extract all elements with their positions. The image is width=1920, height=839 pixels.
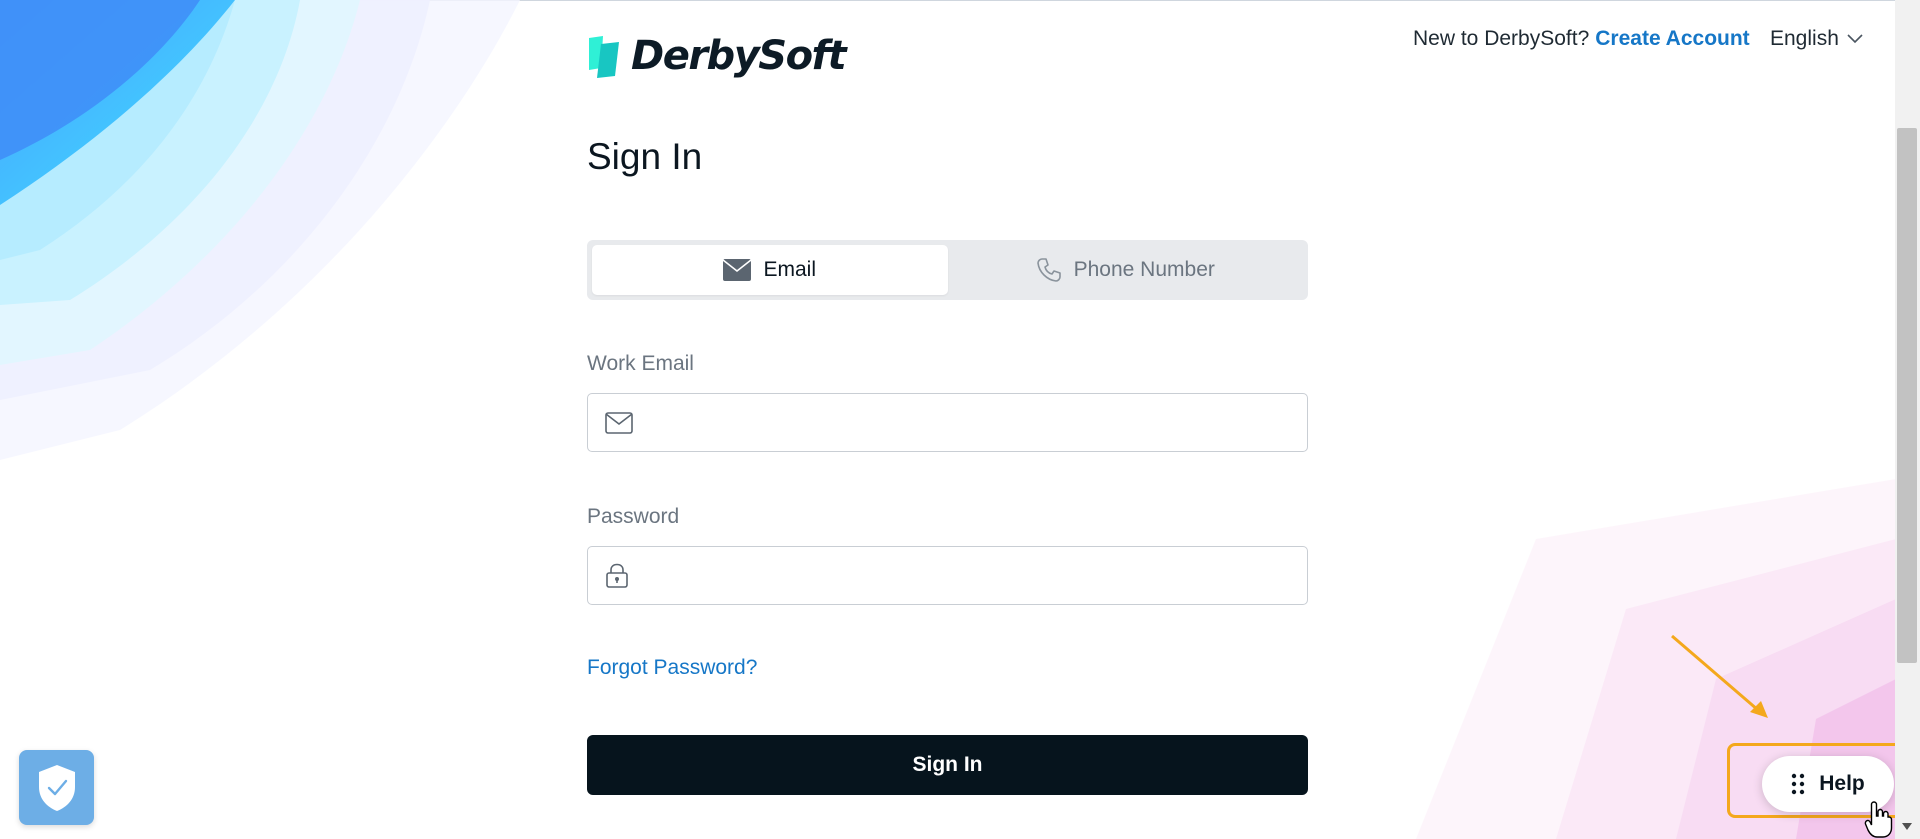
language-label: English — [1770, 27, 1839, 50]
scroll-down-arrow-icon[interactable] — [1900, 820, 1914, 832]
email-field-wrapper — [587, 393, 1308, 452]
sign-in-button[interactable]: Sign In — [587, 735, 1308, 795]
page-title: Sign In — [587, 136, 703, 177]
tab-phone-label: Phone Number — [1073, 258, 1215, 281]
password-input[interactable] — [647, 546, 1293, 605]
tab-email-label: Email — [763, 258, 816, 281]
account-prompt: New to DerbySoft? Create Account — [1413, 24, 1750, 54]
tab-phone-number[interactable]: Phone Number — [948, 245, 1304, 295]
hand-cursor-icon — [1864, 801, 1893, 838]
decorative-background-left — [0, 0, 520, 460]
create-account-link[interactable]: Create Account — [1595, 27, 1749, 51]
password-label: Password — [587, 505, 680, 528]
language-selector[interactable]: English — [1770, 24, 1863, 54]
annotation-arrow — [1671, 634, 1768, 718]
page: DerbySoft New to DerbySoft? Create Accou… — [0, 0, 1920, 839]
envelope-outline-icon — [605, 411, 633, 435]
new-user-text: New to DerbySoft? — [1413, 27, 1590, 50]
grid-dots-icon — [1792, 773, 1805, 795]
lock-icon — [605, 563, 633, 588]
password-field-wrapper — [587, 546, 1308, 605]
brand-logo[interactable]: DerbySoft — [587, 30, 847, 82]
chevron-down-icon — [1847, 34, 1863, 44]
forgot-password-link[interactable]: Forgot Password? — [587, 656, 757, 680]
security-badge[interactable] — [19, 750, 94, 825]
brand-name: DerbySoft — [631, 33, 847, 79]
email-label: Work Email — [587, 352, 694, 375]
shield-check-icon — [38, 764, 75, 811]
envelope-icon — [723, 259, 752, 281]
tab-email[interactable]: Email — [592, 245, 948, 295]
help-label: Help — [1819, 772, 1865, 795]
scrollbar-thumb[interactable] — [1897, 128, 1917, 663]
phone-icon — [1036, 258, 1061, 282]
sign-in-method-tabs: Email Phone Number — [587, 240, 1308, 300]
email-input[interactable] — [647, 393, 1293, 452]
logo-mark-icon — [589, 36, 619, 78]
top-border — [0, 0, 1920, 1]
